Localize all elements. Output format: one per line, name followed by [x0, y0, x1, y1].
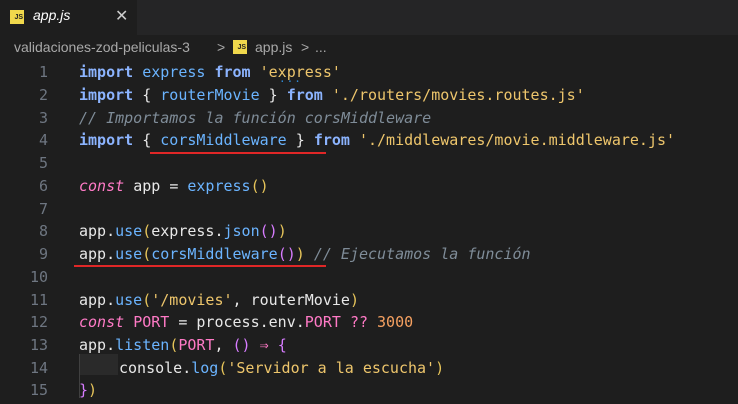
- indent-whitespace: [80, 354, 118, 375]
- line-number: 4: [38, 131, 48, 149]
- chevron-right-icon: >: [301, 39, 310, 55]
- line-number: 10: [29, 268, 48, 286]
- code-line-11: app.use('/movies', routerMovie): [79, 291, 359, 309]
- line-number: 7: [38, 200, 48, 218]
- code-line-6: const app = express(): [79, 177, 269, 195]
- line-number: 12: [29, 313, 48, 331]
- line-number: 2: [38, 86, 48, 104]
- red-underline: [150, 152, 326, 154]
- line-number: 8: [38, 222, 48, 240]
- code-line-8: app.use(express.json()): [79, 222, 287, 240]
- red-underline: [74, 265, 326, 267]
- code-line-3: // Importamos la función corsMiddleware: [79, 109, 432, 127]
- tab-app-js[interactable]: JS app.js ✕: [0, 0, 137, 35]
- line-number: 9: [38, 245, 48, 263]
- breadcrumb: validaciones-zod-peliculas-3 > JS app.js…: [0, 35, 738, 61]
- line-number: 3: [38, 109, 48, 127]
- code-line-14: console.log('Servidor a la escucha'): [119, 359, 445, 377]
- line-number: 5: [38, 154, 48, 172]
- code-line-12: const PORT = process.env.PORT ?? 3000: [79, 313, 414, 331]
- breadcrumb-folder[interactable]: validaciones-zod-peliculas-3: [14, 39, 190, 55]
- line-number: 11: [29, 291, 48, 309]
- javascript-file-icon: JS: [233, 40, 247, 54]
- javascript-file-icon: JS: [10, 10, 24, 24]
- code-line-4: import { corsMiddleware } from './middle…: [79, 131, 676, 149]
- breadcrumb-file[interactable]: app.js: [255, 39, 292, 55]
- tab-label: app.js: [33, 7, 71, 23]
- line-number: 14: [29, 359, 48, 377]
- code-line-2: import { routerMovie } from './routers/m…: [79, 86, 585, 104]
- line-number: 6: [38, 177, 48, 195]
- tab-bar: JS app.js ✕: [0, 0, 738, 35]
- line-number: 15: [29, 381, 48, 399]
- code-editor[interactable]: 1 2 3 4 5 6 7 8 9 10 11 12 13 14 15 impo…: [0, 61, 738, 404]
- chevron-right-icon: >: [217, 39, 226, 55]
- code-line-13: app.listen(PORT, () ⇒ {: [79, 336, 287, 354]
- breadcrumb-more[interactable]: ...: [315, 39, 327, 55]
- close-icon[interactable]: ✕: [115, 6, 128, 26]
- line-number: 1: [38, 63, 48, 81]
- code-line-15: }): [79, 381, 98, 399]
- line-number: 13: [29, 336, 48, 354]
- code-line-9: app.use(corsMiddleware()) // Ejecutamos …: [79, 245, 531, 263]
